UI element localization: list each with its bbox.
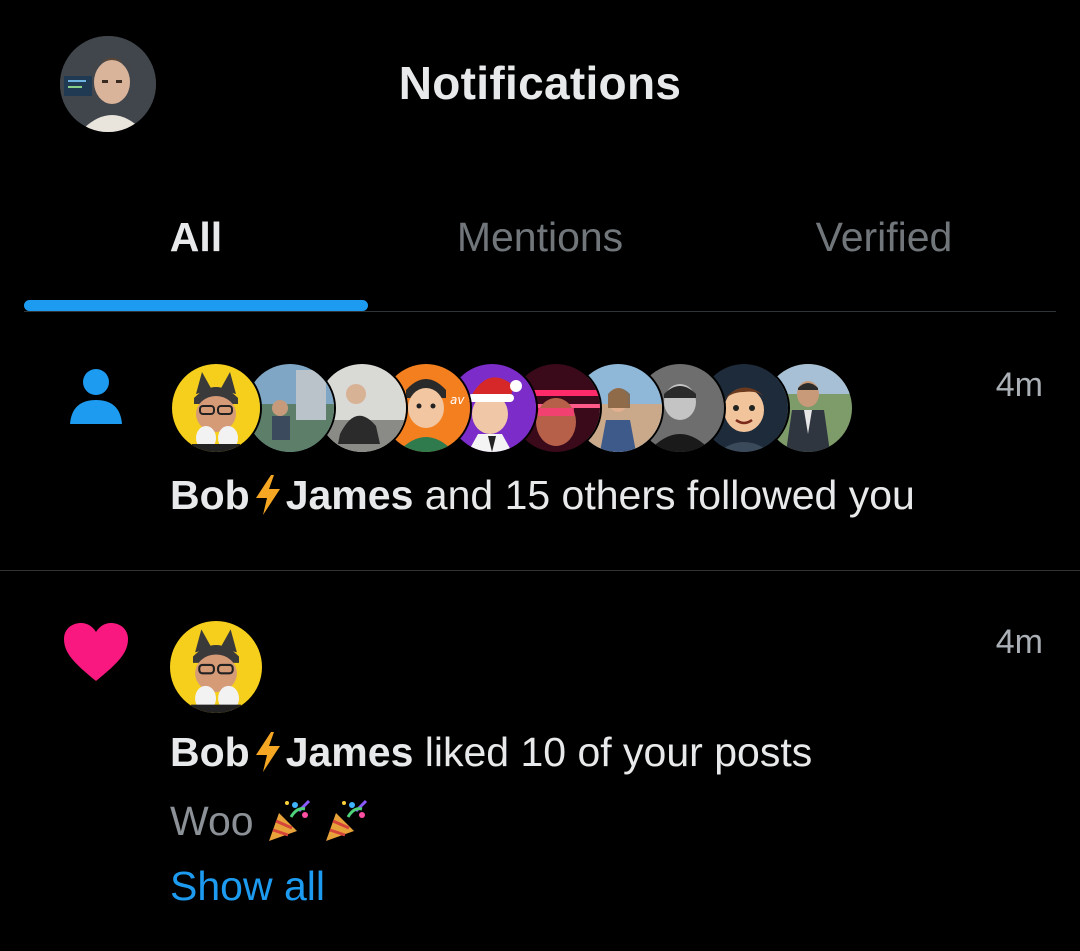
notification-like[interactable]: 4m Bob James liked 10 of your posts Woo	[0, 571, 1080, 951]
person-icon	[70, 368, 122, 424]
timestamp: 4m	[995, 366, 1043, 404]
tab-verified[interactable]: Verified	[712, 190, 1056, 312]
notification-follow[interactable]: 4m av Bob James and 15 others followed y…	[0, 312, 1080, 570]
post-preview-text: Woo	[170, 798, 254, 844]
svg-text:av: av	[450, 393, 465, 407]
action-text: and 15 others followed you	[413, 472, 915, 518]
lightning-bolt-icon	[254, 732, 282, 772]
avatar-1[interactable]	[170, 621, 262, 713]
active-tab-indicator	[24, 300, 368, 311]
user-last-name[interactable]: James	[286, 472, 414, 518]
user-last-name[interactable]: James	[286, 729, 414, 775]
tab-bar: All Mentions Verified	[24, 190, 1056, 312]
post-preview[interactable]: Woo	[170, 797, 368, 845]
tab-all[interactable]: All	[24, 190, 368, 312]
timestamp: 4m	[995, 623, 1043, 661]
avatar-1[interactable]	[170, 362, 262, 454]
show-all-link[interactable]: Show all	[170, 863, 325, 910]
party-popper-icon	[265, 797, 311, 843]
header: Notifications	[0, 0, 1080, 175]
page-title: Notifications	[398, 57, 682, 109]
action-text: liked 10 of your posts	[413, 729, 813, 775]
notification-text: Bob James and 15 others followed you	[170, 472, 915, 519]
tab-mentions[interactable]: Mentions	[368, 190, 712, 312]
follower-avatars[interactable]: av	[170, 362, 854, 454]
lightning-bolt-icon	[254, 475, 282, 515]
heart-icon	[64, 623, 128, 681]
notification-text: Bob James liked 10 of your posts	[170, 729, 812, 776]
user-first-name[interactable]: Bob	[170, 729, 250, 775]
party-popper-icon	[322, 797, 368, 843]
user-first-name[interactable]: Bob	[170, 472, 250, 518]
